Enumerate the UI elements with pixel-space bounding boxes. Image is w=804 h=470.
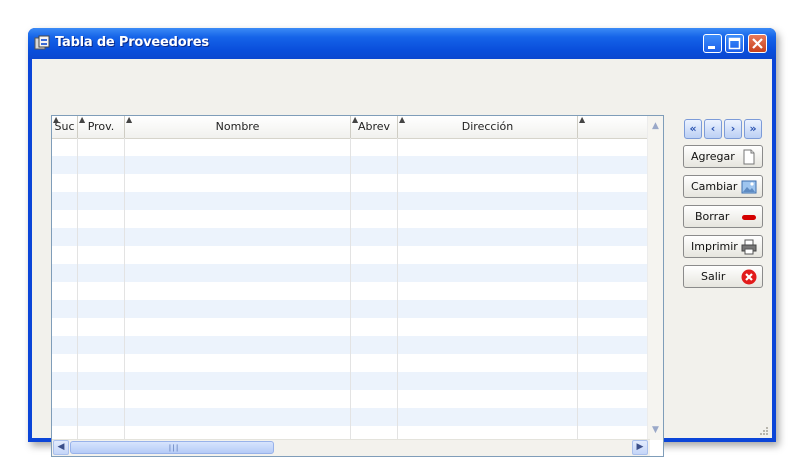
sort-icon: ▲ xyxy=(53,115,60,124)
window-title: Tabla de Proveedores xyxy=(55,35,209,50)
sort-icon: ▲ xyxy=(399,115,406,124)
vertical-scrollbar[interactable]: ▲ ▼ xyxy=(647,116,663,440)
table-row[interactable] xyxy=(52,192,650,210)
column-label: Nombre xyxy=(215,120,260,133)
edit-picture-icon xyxy=(741,180,757,194)
horizontal-scroll-thumb[interactable]: ┃┃┃ xyxy=(70,441,274,454)
double-chevron-right-icon: » xyxy=(749,122,757,135)
horizontal-scrollbar[interactable]: ◀ ┃┃┃ ▶ xyxy=(52,439,650,456)
column-header-extra[interactable]: ▲ xyxy=(578,116,650,138)
column-header-nombre[interactable]: ▲ Nombre xyxy=(125,116,351,138)
table-body[interactable] xyxy=(52,138,650,440)
column-divider xyxy=(350,138,351,440)
change-button[interactable]: Cambiar xyxy=(683,175,763,198)
add-button[interactable]: Agregar xyxy=(683,145,763,168)
table-row[interactable] xyxy=(52,156,650,174)
table-row[interactable] xyxy=(52,408,650,426)
next-record-button[interactable]: › xyxy=(724,119,742,139)
close-circle-icon xyxy=(741,269,757,285)
scroll-right-icon[interactable]: ▶ xyxy=(632,440,648,455)
column-divider xyxy=(577,138,578,440)
table-row[interactable] xyxy=(52,228,650,246)
column-label: Prov. xyxy=(87,120,115,133)
table-header: ▲ Suc ▲ Prov. ▲ Nombre ▲ Abrev ▲ Direcci… xyxy=(52,116,650,139)
table-row[interactable] xyxy=(52,390,650,408)
column-divider xyxy=(397,138,398,440)
scroll-left-icon[interactable]: ◀ xyxy=(53,440,69,455)
column-divider xyxy=(77,138,78,440)
exit-button-label: Salir xyxy=(701,270,726,283)
title-bar[interactable]: Tabla de Proveedores xyxy=(28,28,776,59)
double-chevron-left-icon: « xyxy=(689,122,697,135)
proveedores-window: Tabla de Proveedores ▲ Suc ▲ Prov. ▲ Nom… xyxy=(28,28,776,457)
minimize-button[interactable] xyxy=(703,34,722,53)
add-button-label: Agregar xyxy=(691,150,735,163)
sort-icon: ▲ xyxy=(352,115,359,124)
table-row[interactable] xyxy=(52,354,650,372)
table-row[interactable] xyxy=(52,138,650,156)
column-header-suc[interactable]: ▲ Suc xyxy=(52,116,78,138)
column-header-abrev[interactable]: ▲ Abrev xyxy=(351,116,398,138)
table-row[interactable] xyxy=(52,264,650,282)
table-row[interactable] xyxy=(52,174,650,192)
resize-grip-icon[interactable] xyxy=(758,425,768,435)
client-area: ▲ Suc ▲ Prov. ▲ Nombre ▲ Abrev ▲ Direcci… xyxy=(32,59,772,457)
close-button[interactable] xyxy=(748,34,767,53)
exit-button[interactable]: Salir xyxy=(683,265,763,288)
table-row[interactable] xyxy=(52,210,650,228)
printer-icon xyxy=(741,239,757,255)
maximize-button[interactable] xyxy=(725,34,744,53)
print-button-label: Imprimir xyxy=(691,240,738,253)
sort-icon: ▲ xyxy=(126,115,133,124)
column-divider xyxy=(124,138,125,440)
scroll-up-icon[interactable]: ▲ xyxy=(648,118,663,134)
column-label: Dirección xyxy=(461,120,514,133)
column-header-prov[interactable]: ▲ Prov. xyxy=(78,116,125,138)
minimize-icon xyxy=(708,46,715,49)
maximize-icon xyxy=(728,37,741,50)
table-row[interactable] xyxy=(52,336,650,354)
first-record-button[interactable]: « xyxy=(684,119,702,139)
previous-record-button[interactable]: ‹ xyxy=(704,119,722,139)
table-row[interactable] xyxy=(52,372,650,390)
sort-icon: ▲ xyxy=(579,115,586,124)
column-header-direccion[interactable]: ▲ Dirección xyxy=(398,116,578,138)
delete-button[interactable]: Borrar xyxy=(683,205,763,228)
table-row[interactable] xyxy=(52,300,650,318)
column-label: Abrev xyxy=(357,120,391,133)
print-button[interactable]: Imprimir xyxy=(683,235,763,258)
chevron-left-icon: ‹ xyxy=(710,122,716,135)
table-row[interactable] xyxy=(52,246,650,264)
grip-icon: ┃┃┃ xyxy=(168,445,179,452)
chevron-right-icon: › xyxy=(730,122,736,135)
table-row[interactable] xyxy=(52,282,650,300)
last-record-button[interactable]: » xyxy=(744,119,762,139)
close-icon xyxy=(752,38,763,49)
remove-icon xyxy=(742,215,756,220)
delete-button-label: Borrar xyxy=(695,210,730,223)
new-document-icon xyxy=(743,149,755,165)
change-button-label: Cambiar xyxy=(691,180,738,193)
scroll-down-icon[interactable]: ▼ xyxy=(648,422,663,438)
table-row[interactable] xyxy=(52,318,650,336)
app-icon xyxy=(34,35,50,50)
sort-icon: ▲ xyxy=(79,115,86,124)
providers-table[interactable]: ▲ Suc ▲ Prov. ▲ Nombre ▲ Abrev ▲ Direcci… xyxy=(51,115,664,457)
